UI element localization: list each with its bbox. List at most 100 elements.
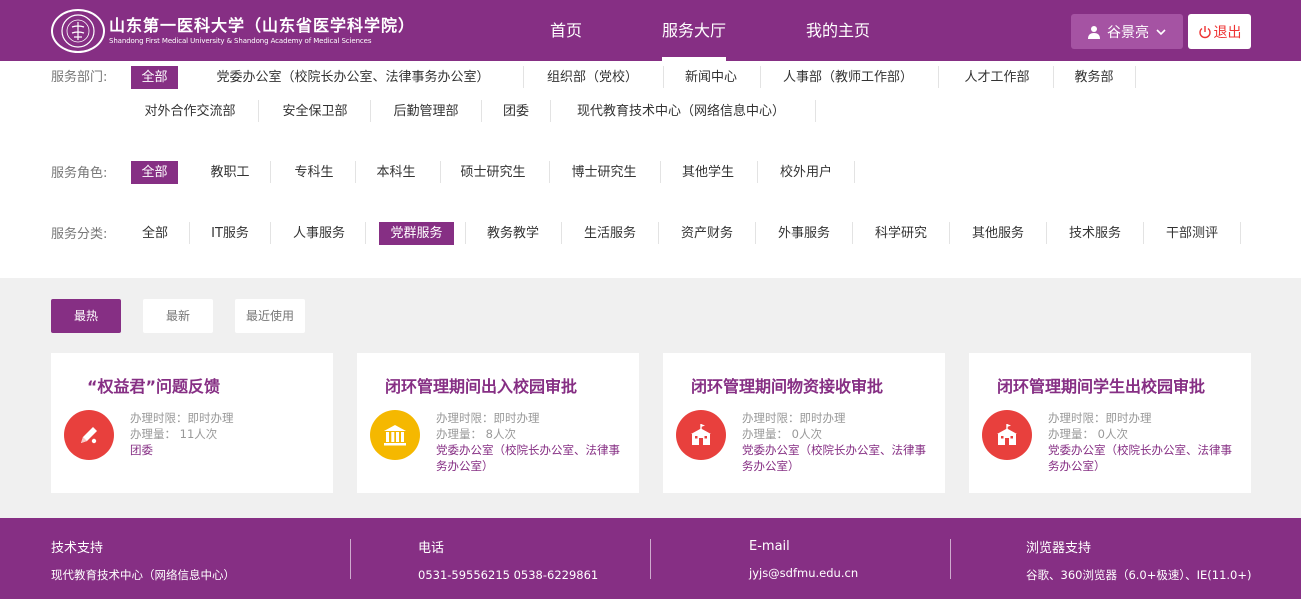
footer-divider — [650, 539, 651, 579]
tab-newest[interactable]: 最新 — [143, 299, 213, 333]
filter-cat-finance[interactable]: 资产财务 — [672, 222, 742, 245]
user-menu-button[interactable]: 谷景亮 — [1071, 14, 1183, 49]
footer-tech-support: 技术支持 现代教育技术中心（网络信息中心） — [51, 540, 235, 583]
footer-col-title: 浏览器支持 — [1026, 541, 1092, 556]
footer-col-value: 谷歌、360浏览器（6.0+极速）、IE(11.0+) — [1026, 568, 1252, 582]
filter-role-junior-college[interactable]: 专科生 — [286, 161, 342, 184]
filter-role-master[interactable]: 硕士研究生 — [452, 161, 534, 184]
service-card-count: 办理量： 8人次 — [436, 427, 516, 441]
service-card-title: 闭环管理期间物资接收审批 — [691, 377, 884, 396]
filter-divider — [270, 222, 271, 244]
service-card[interactable]: 闭环管理期间出入校园审批 办理时限：即时办理 办理量： 8人次 党委办公室（校院… — [357, 353, 639, 493]
footer-divider — [350, 539, 351, 579]
filter-dept-international[interactable]: 对外合作交流部 — [135, 100, 245, 123]
logo-english-name: Shandong First Medical University & Shan… — [109, 37, 372, 45]
filter-cat-other[interactable]: 其他服务 — [963, 222, 1033, 245]
tab-hottest[interactable]: 最热 — [51, 299, 121, 333]
logout-label: 退出 — [1213, 24, 1242, 41]
footer-phone: 电话 0531-59556215 0538-6229861 — [418, 540, 598, 583]
filter-dept-youth-league[interactable]: 团委 — [496, 100, 536, 123]
tab-recently-used[interactable]: 最近使用 — [235, 299, 305, 333]
filter-dept-security[interactable]: 安全保卫部 — [273, 100, 357, 123]
filter-role-undergraduate[interactable]: 本科生 — [368, 161, 424, 184]
filter-cat-teaching[interactable]: 教务教学 — [478, 222, 548, 245]
filter-dept-all[interactable]: 全部 — [131, 66, 178, 89]
nav-home[interactable]: 首页 — [550, 0, 582, 61]
filter-role-external[interactable]: 校外用户 — [771, 161, 841, 184]
pen-icon — [64, 410, 114, 460]
service-card-info: 办理时限：即时办理 办理量： 8人次 党委办公室（校院长办公室、法律事务办公室） — [436, 410, 631, 474]
filter-cat-cadre[interactable]: 干部测评 — [1157, 222, 1227, 245]
filter-dept-hr[interactable]: 人事部（教师工作部） — [772, 66, 924, 89]
filter-dept-news[interactable]: 新闻中心 — [675, 66, 747, 89]
service-card-title: “权益君”问题反馈 — [87, 377, 221, 396]
filter-divider — [660, 161, 661, 183]
power-icon — [1198, 25, 1211, 38]
user-icon — [1088, 25, 1100, 39]
filter-role-all[interactable]: 全部 — [131, 161, 178, 184]
service-card-limit: 办理时限：即时办理 — [130, 411, 234, 425]
university-logo[interactable]: 山东第一医科大学（山东省医学科学院） Shandong First Medica… — [51, 9, 415, 53]
service-card-dept: 党委办公室（校院长办公室、法律事务办公室） — [1048, 443, 1232, 473]
footer-col-value: 0531-59556215 0538-6229861 — [418, 568, 599, 582]
service-card-info: 办理时限：即时办理 办理量： 0人次 党委办公室（校院长办公室、法律事务办公室） — [1048, 410, 1243, 474]
service-card-limit: 办理时限：即时办理 — [742, 411, 846, 425]
filter-role-phd[interactable]: 博士研究生 — [562, 161, 646, 184]
nav-service-hall[interactable]: 服务大厅 — [662, 0, 727, 61]
service-card-limit: 办理时限：即时办理 — [1048, 411, 1152, 425]
service-card-info: 办理时限：即时办理 办理量： 11人次 团委 — [130, 410, 325, 458]
service-card-dept: 团委 — [130, 443, 153, 457]
nav-my-homepage[interactable]: 我的主页 — [806, 0, 870, 61]
filter-cat-tech[interactable]: 技术服务 — [1060, 222, 1130, 245]
filter-panel: 服务部门: 全部 党委办公室（校院长办公室、法律事务办公室） 组织部（党校） 新… — [0, 61, 1301, 278]
filter-cat-it[interactable]: IT服务 — [203, 222, 257, 245]
service-card-title: 闭环管理期间出入校园审批 — [385, 377, 578, 396]
service-card[interactable]: 闭环管理期间物资接收审批 办理时限：即时办理 办理量： 0人次 党委办公室（校院… — [663, 353, 945, 493]
filter-divider — [1135, 66, 1136, 88]
filter-divider — [852, 222, 853, 244]
filter-dept-organization[interactable]: 组织部（党校） — [536, 66, 649, 89]
filter-divider — [663, 66, 664, 88]
service-card[interactable]: 闭环管理期间学生出校园审批 办理时限：即时办理 办理量： 0人次 党委办公室（校… — [969, 353, 1251, 493]
filter-divider — [523, 66, 524, 88]
filter-divider — [370, 100, 371, 122]
service-card-count: 办理量： 0人次 — [1048, 427, 1128, 441]
footer-email-link[interactable]: jyjs@sdfmu.edu.cn — [749, 565, 858, 581]
chevron-down-icon — [1156, 28, 1166, 35]
filter-cat-party[interactable]: 党群服务 — [379, 222, 454, 245]
filter-divider — [365, 222, 366, 244]
filter-dept-academic[interactable]: 教务部 — [1066, 66, 1122, 89]
filter-divider — [1240, 222, 1241, 244]
footer-divider — [950, 539, 951, 579]
filter-cat-life[interactable]: 生活服务 — [575, 222, 645, 245]
service-card[interactable]: “权益君”问题反馈 办理时限：即时办理 办理量： 11人次 团委 — [51, 353, 333, 493]
filter-label-role: 服务角色: — [51, 166, 108, 181]
user-name: 谷景亮 — [1107, 24, 1149, 41]
university-seal-icon — [51, 9, 105, 53]
footer-browser-support: 浏览器支持 谷歌、360浏览器（6.0+极速）、IE(11.0+) — [1026, 540, 1252, 583]
footer-email: E-mail jyjs@sdfmu.edu.cn — [749, 538, 858, 581]
filter-cat-all[interactable]: 全部 — [134, 222, 176, 245]
filter-dept-it-center[interactable]: 现代教育技术中心（网络信息中心） — [564, 100, 798, 123]
service-card-limit: 办理时限：即时办理 — [436, 411, 540, 425]
filter-divider — [270, 161, 271, 183]
filter-cat-hr[interactable]: 人事服务 — [284, 222, 354, 245]
footer-col-title: 技术支持 — [51, 541, 104, 556]
filter-cat-research[interactable]: 科学研究 — [866, 222, 936, 245]
footer: 技术支持 现代教育技术中心（网络信息中心） 电话 0531-59556215 0… — [0, 518, 1301, 599]
filter-dept-logistics[interactable]: 后勤管理部 — [384, 100, 468, 123]
filter-role-other-students[interactable]: 其他学生 — [673, 161, 743, 184]
filter-divider — [760, 66, 761, 88]
service-card-count: 办理量： 11人次 — [130, 427, 218, 441]
filter-divider — [355, 161, 356, 183]
header-bar: 山东第一医科大学（山东省医学科学院） Shandong First Medica… — [0, 0, 1301, 61]
footer-col-value: 现代教育技术中心（网络信息中心） — [51, 568, 235, 582]
logout-button[interactable]: 退出 — [1188, 14, 1251, 49]
filter-divider — [189, 222, 190, 244]
filter-cat-foreign[interactable]: 外事服务 — [769, 222, 839, 245]
filter-divider — [1143, 222, 1144, 244]
filter-role-staff[interactable]: 教职工 — [202, 161, 258, 184]
filter-dept-party-office[interactable]: 党委办公室（校院长办公室、法律事务办公室） — [198, 66, 508, 89]
logo-chinese-name: 山东第一医科大学（山东省医学科学院） — [109, 16, 416, 35]
filter-dept-talent[interactable]: 人才工作部 — [956, 66, 1038, 89]
